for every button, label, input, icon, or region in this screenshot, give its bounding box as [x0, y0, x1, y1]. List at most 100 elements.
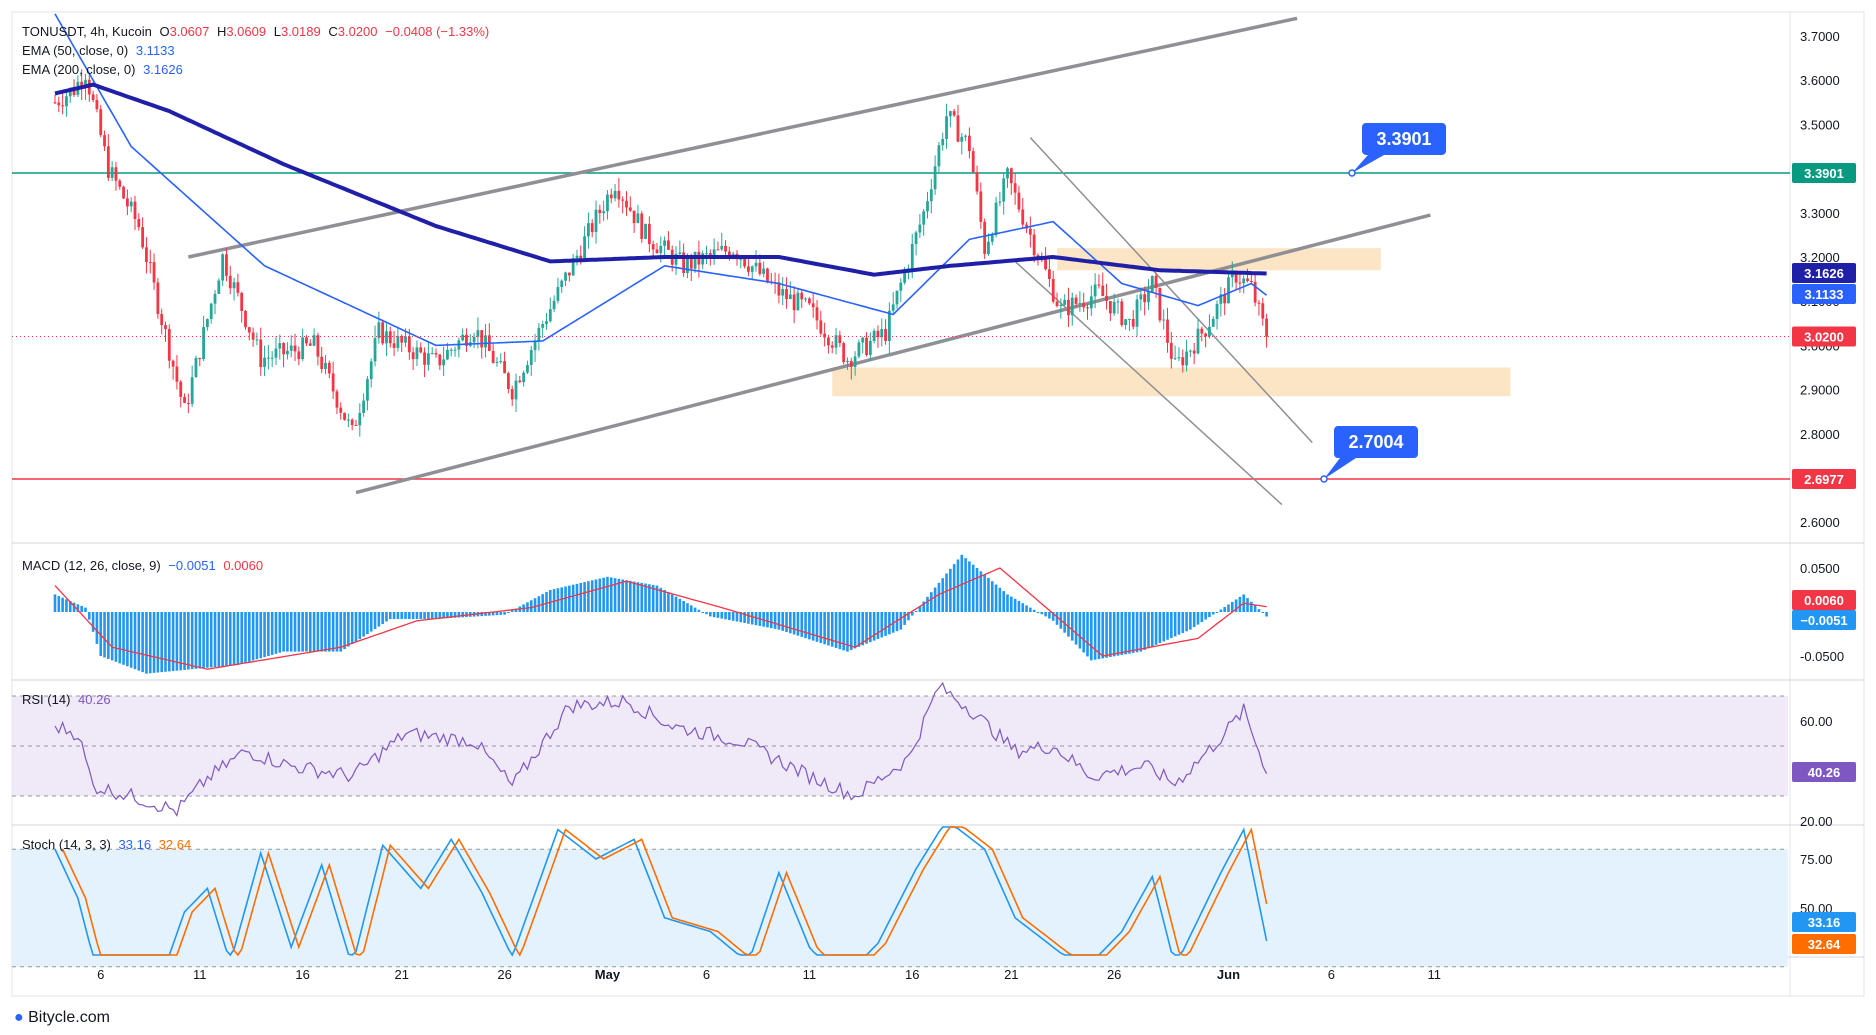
macd-bar	[1200, 612, 1204, 623]
candle-body	[423, 352, 426, 365]
candle-body	[720, 245, 724, 250]
macd-bar	[857, 612, 861, 647]
candle-body	[640, 213, 644, 239]
callout-anchor-dot	[1320, 475, 1328, 483]
candle-body	[106, 146, 110, 178]
macd-bar	[960, 554, 964, 612]
candle-body	[758, 262, 762, 274]
candle-body	[392, 343, 396, 348]
candle-body	[1169, 342, 1173, 359]
macd-bar	[686, 603, 689, 612]
candle-body	[1051, 279, 1055, 302]
macd-bar	[411, 612, 415, 620]
candle-body	[415, 347, 419, 360]
candle-body	[1177, 357, 1181, 359]
candle-body	[1044, 259, 1047, 270]
macd-bar	[640, 582, 644, 612]
macd-bar	[621, 579, 624, 612]
candle-body	[968, 135, 971, 152]
candle-body	[1006, 168, 1009, 179]
rsi-tick-label: 20.00	[1800, 814, 1833, 829]
candle-body	[628, 207, 632, 211]
candle-body	[1211, 318, 1215, 327]
macd-bar	[499, 612, 503, 615]
macd-bar	[667, 592, 670, 612]
macd-bar	[861, 612, 865, 646]
candle-body	[914, 232, 918, 244]
candle-body	[743, 259, 747, 267]
candle-body	[324, 362, 327, 369]
candle-body	[956, 115, 960, 142]
macd-bar	[594, 579, 598, 612]
macd-bar	[1147, 612, 1150, 649]
macd-bar	[1181, 612, 1185, 633]
candle-body	[636, 213, 640, 224]
price-axis-tag: 3.0200	[1804, 330, 1844, 345]
macd-bar	[160, 612, 163, 673]
macd-bar	[598, 578, 602, 612]
candle-body	[1116, 301, 1120, 303]
candle-body	[533, 340, 537, 351]
macd-bar	[427, 612, 430, 620]
macd-bar	[971, 564, 975, 612]
macd-bar	[533, 598, 537, 612]
macd-bar	[400, 612, 404, 620]
candle-body	[461, 334, 465, 341]
candle-body	[343, 412, 346, 420]
candle-body	[1108, 300, 1112, 314]
macd-bar	[415, 612, 419, 620]
candle-body	[297, 351, 301, 360]
candle-body	[1173, 358, 1177, 360]
macd-bar	[1086, 612, 1089, 657]
macd-bar	[705, 612, 708, 615]
macd-bar	[579, 582, 583, 612]
candle-body	[537, 327, 541, 341]
macd-bar	[358, 612, 362, 640]
macd-bar	[1078, 612, 1082, 649]
macd-bar	[366, 612, 369, 635]
candle-body	[948, 111, 952, 117]
macd-bar	[1223, 606, 1226, 612]
candle-body	[716, 249, 720, 251]
candle-body	[1017, 192, 1021, 210]
candle-body	[983, 221, 987, 255]
macd-bar	[1253, 605, 1257, 612]
macd-bar	[792, 612, 796, 635]
macd-bar	[724, 612, 727, 620]
candle-body	[377, 322, 381, 339]
candle-body	[270, 357, 274, 359]
candle-body	[282, 343, 285, 355]
candle-body	[1147, 291, 1150, 303]
candle-body	[125, 198, 129, 207]
macd-bar	[830, 612, 834, 647]
candle-body	[209, 303, 213, 320]
macd-bar	[324, 612, 327, 652]
macd-bar	[987, 577, 990, 612]
macd-bar	[575, 583, 579, 612]
macd-bar	[423, 612, 426, 620]
trading-chart[interactable]: 3.70003.60003.50003.40003.30003.20003.10…	[0, 0, 1876, 1035]
macd-bar	[404, 612, 407, 620]
macd-bar	[701, 612, 704, 613]
macd-bar	[152, 612, 156, 673]
candle-body	[929, 189, 933, 202]
macd-bar	[750, 612, 754, 625]
candle-body	[651, 244, 655, 250]
macd-bar	[926, 596, 929, 612]
candle-body	[255, 339, 259, 341]
candle-body	[518, 380, 522, 383]
candle-body	[819, 320, 823, 334]
macd-bar	[1105, 612, 1108, 658]
macd-bar	[369, 612, 373, 632]
price-axis-tag: 3.1133	[1804, 287, 1843, 302]
candle-body	[404, 336, 407, 343]
candle-body	[114, 167, 118, 181]
candle-body	[434, 352, 438, 355]
candle-body	[560, 280, 564, 288]
candle-body	[1101, 285, 1105, 297]
macd-bar	[1158, 612, 1162, 644]
macd-bar	[1082, 612, 1085, 653]
macd-bar	[1211, 612, 1215, 615]
macd-bar	[1101, 612, 1105, 659]
macd-bar	[385, 612, 388, 622]
